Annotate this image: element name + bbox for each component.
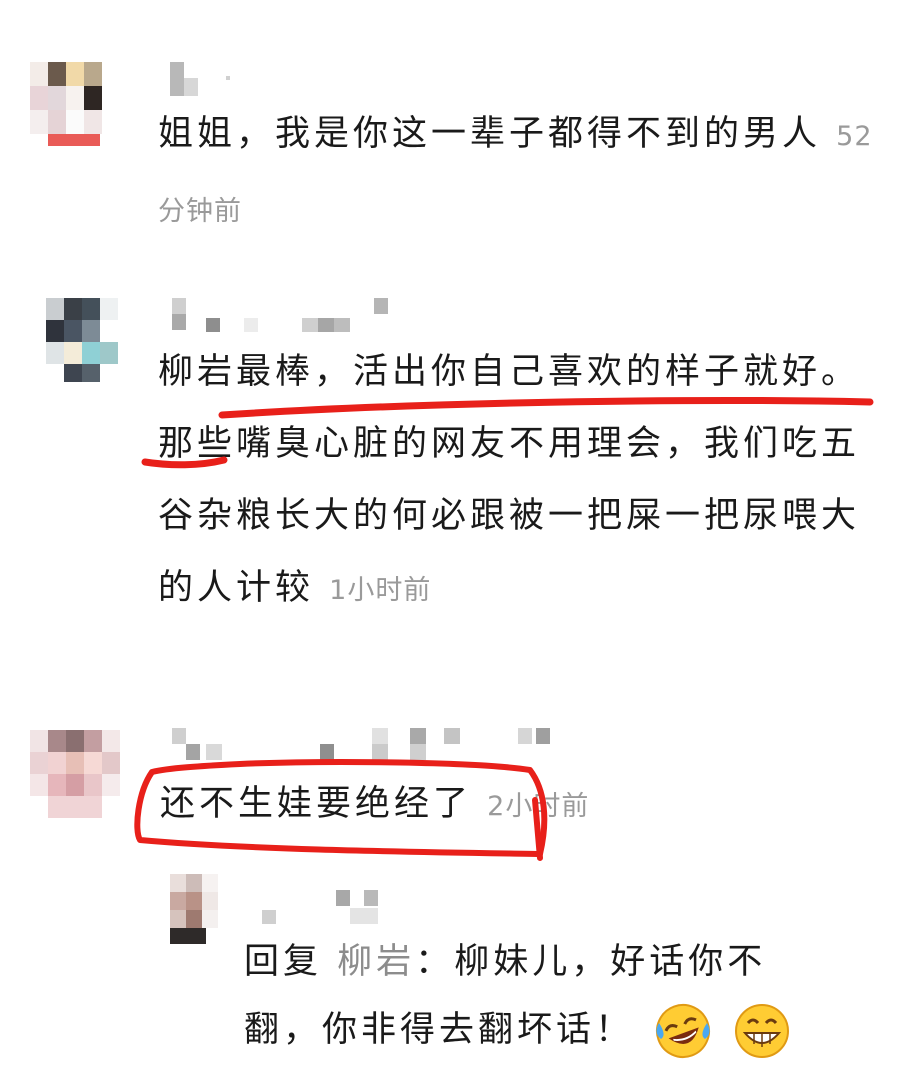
circled-comment: 还不生娃要绝经了 (160, 784, 473, 824)
timestamp: 1小时前 (329, 575, 432, 606)
comment-body: 那些嘴臭心脏的网友不用理会，我们吃五谷杂粮长大的何必跟被一把屎一把尿喂大的人计较 (158, 424, 861, 608)
username-blurred[interactable] (172, 298, 392, 332)
highlighted-sentence: 柳岩最棒，活出你自己喜欢的样子就好。 (158, 352, 861, 392)
avatar[interactable] (30, 62, 102, 146)
reply: 回复 柳岩：柳妹儿，好话你不翻，你非得去翻坏话！ (0, 870, 918, 1091)
comment-1: 姐姐，我是你这一辈子都得不到的男人 52分钟前 (0, 0, 918, 260)
comment-3: 还不生娃要绝经了 2小时前 回复 柳岩：柳妹儿，好话你不翻，你非得去翻坏话！ (0, 700, 918, 1091)
comment-text: 姐姐，我是你这一辈子都得不到的男人 52分钟前 (158, 98, 878, 248)
comment-2: 柳岩最棒，活出你自己喜欢的样子就好。 那些嘴臭心脏的网友不用理会，我们吃五谷杂粮… (0, 280, 918, 670)
comment-body: 姐姐，我是你这一辈子都得不到的男人 (158, 114, 822, 154)
timestamp: 2小时前 (487, 791, 590, 822)
username-blurred[interactable] (170, 62, 250, 96)
avatar[interactable] (46, 298, 118, 382)
comment-text: 还不生娃要绝经了 2小时前 (160, 768, 880, 843)
reply-target-user[interactable]: 柳岩 (337, 942, 415, 982)
reply-text: 回复 柳岩：柳妹儿，好话你不翻，你非得去翻坏话！ (244, 928, 844, 1064)
username-blurred[interactable] (262, 890, 392, 924)
avatar[interactable] (30, 730, 120, 820)
avatar[interactable] (170, 874, 220, 944)
reply-colon: ： (415, 942, 455, 982)
grinning-face-icon (735, 1004, 790, 1058)
reply-prefix: 回复 (244, 942, 323, 982)
username-blurred[interactable] (172, 728, 562, 762)
face-with-tears-of-joy-icon (656, 1004, 711, 1058)
comment-text: 柳岩最棒，活出你自己喜欢的样子就好。 那些嘴臭心脏的网友不用理会，我们吃五谷杂粮… (158, 336, 882, 627)
